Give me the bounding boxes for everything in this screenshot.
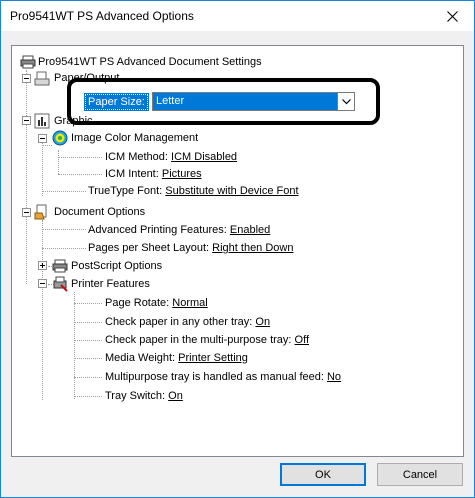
tree-line [74,292,75,399]
tree-line [42,191,86,192]
tree-line [74,396,102,397]
postscript-options-node[interactable]: PostScript Options [71,258,162,274]
printer-features-expander[interactable] [38,279,47,288]
tree-line [58,150,59,174]
paper-size-label: Paper Size: [84,93,149,111]
paper-size-select[interactable]: Letter [152,92,355,111]
document-options-expander[interactable] [22,208,31,217]
tree-line [74,358,102,359]
icm-method-setting[interactable]: ICM Method: ICM Disabled [105,149,237,165]
icm-label: Image Color Management [71,132,199,144]
feature-label: Page Rotate: [105,297,170,309]
feature-value[interactable]: No [327,371,341,383]
feature-value[interactable]: Printer Setting [178,352,248,364]
advanced-printing-setting[interactable]: Advanced Printing Features: Enabled [88,222,270,238]
feature-label: Tray Switch: [105,390,166,402]
printer-features-icon [53,276,68,292]
icm-method-label: ICM Method: [105,151,168,163]
icm-intent-setting[interactable]: ICM Intent: Pictures [105,166,202,182]
tree-line [26,70,27,284]
icm-intent-value[interactable]: Pictures [162,168,202,180]
feature-setting[interactable]: Check paper in any other tray: On [105,314,270,330]
feature-value[interactable]: Normal [172,297,207,309]
printer-features-label: Printer Features [71,278,150,290]
tree-line [42,145,52,146]
graphic-icon [34,113,50,129]
pages-per-sheet-value[interactable]: Right then Down [212,242,293,254]
tree-line [74,303,102,304]
feature-value[interactable]: Off [295,334,309,346]
pages-per-sheet-setting[interactable]: Pages per Sheet Layout: Right then Down [88,240,293,256]
truetype-setting[interactable]: TrueType Font: Substitute with Device Fo… [88,183,299,199]
tree-line [42,229,86,230]
feature-label: Media Weight: [105,352,176,364]
advanced-options-dialog: Pro9541WT PS Advanced Options Pro9541WT … [0,0,475,498]
printer-features-node[interactable]: Printer Features [71,276,150,292]
feature-setting[interactable]: Multipurpose tray is handled as manual f… [105,369,341,385]
feature-setting[interactable]: Tray Switch: On [105,388,183,404]
feature-label: Multipurpose tray is handled as manual f… [105,371,324,383]
tree-line [58,174,102,175]
close-button[interactable] [430,1,474,31]
tree-line [42,140,43,196]
advanced-printing-value[interactable]: Enabled [230,224,270,236]
icm-method-value[interactable]: ICM Disabled [171,151,237,163]
tree-root-label: Pro9541WT PS Advanced Document Settings [38,56,262,68]
truetype-value[interactable]: Substitute with Device Font [165,185,298,197]
tree-line [42,248,86,249]
printer-icon [52,259,68,273]
feature-setting[interactable]: Page Rotate: Normal [105,295,208,311]
cancel-button[interactable]: Cancel [377,463,463,486]
chevron-down-icon [341,98,351,104]
pages-per-sheet-label: Pages per Sheet Layout: [88,242,210,254]
paper-size-value: Letter [156,95,185,107]
paper-output-expander[interactable] [22,74,31,83]
feature-setting[interactable]: Media Weight: Printer Setting [105,350,248,366]
graphic-expander[interactable] [22,116,31,125]
tree-line [74,340,102,341]
icm-node[interactable]: Image Color Management [71,130,198,146]
tree-line [42,220,43,400]
color-wheel-icon [52,130,68,146]
feature-value[interactable]: On [255,316,270,328]
tree-line [58,157,102,158]
postscript-options-label: PostScript Options [71,260,163,272]
ok-button[interactable]: OK [280,463,366,486]
postscript-options-expander[interactable] [38,261,47,270]
feature-label: Check paper in any other tray: [105,316,253,328]
paper-output-icon [34,71,50,86]
feature-value[interactable]: On [168,390,183,402]
document-options-icon [34,204,47,220]
document-options-node[interactable]: Document Options [54,204,145,220]
truetype-label: TrueType Font: [88,185,163,197]
feature-label: Check paper in the multi-purpose tray: [105,334,292,346]
printer-icon [20,55,36,69]
tree-root[interactable]: Pro9541WT PS Advanced Document Settings [38,54,262,70]
document-options-label: Document Options [54,206,146,218]
tree-line [74,322,102,323]
tree-line [74,377,102,378]
feature-setting[interactable]: Check paper in the multi-purpose tray: O… [105,332,309,348]
title-bar: Pro9541WT PS Advanced Options [1,1,474,31]
icm-expander[interactable] [38,134,47,143]
advanced-printing-label: Advanced Printing Features: [88,224,227,236]
icm-intent-label: ICM Intent: [105,168,159,180]
close-icon [446,10,458,22]
dropdown-button[interactable] [337,93,354,110]
window-title: Pro9541WT PS Advanced Options [10,9,194,23]
